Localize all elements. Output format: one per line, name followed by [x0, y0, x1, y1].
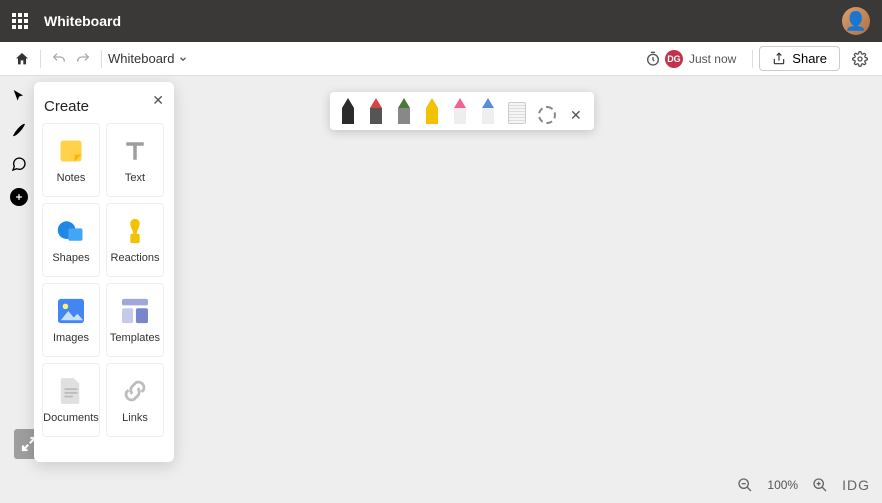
tile-label: Documents [43, 412, 99, 424]
pen-toolbar: ✕ [330, 92, 594, 130]
undo-icon[interactable] [47, 47, 71, 71]
reactions-icon [120, 216, 150, 246]
tile-label: Notes [57, 172, 86, 184]
shapes-icon [56, 216, 86, 246]
chevron-down-icon [178, 54, 188, 64]
close-icon[interactable]: ✕ [152, 92, 164, 109]
select-tool-icon[interactable] [9, 86, 29, 106]
zoom-out-icon[interactable] [737, 477, 753, 493]
lasso-tool-icon[interactable] [538, 106, 556, 124]
settings-icon[interactable] [848, 47, 872, 71]
pen-pink[interactable] [452, 98, 468, 124]
tile-label: Templates [110, 332, 160, 344]
tile-shapes[interactable]: Shapes [42, 203, 100, 277]
tile-label: Links [122, 412, 148, 424]
timer-icon[interactable] [641, 47, 665, 71]
user-avatar[interactable] [842, 7, 870, 35]
ink-tool-icon[interactable] [9, 120, 29, 140]
documents-icon [56, 376, 86, 406]
templates-icon [120, 296, 150, 326]
tile-links[interactable]: Links [106, 363, 164, 437]
app-title: Whiteboard [44, 13, 121, 29]
pen-green[interactable] [396, 98, 412, 124]
divider [752, 50, 753, 68]
divider [101, 50, 102, 68]
share-button[interactable]: Share [759, 46, 840, 71]
notes-icon [56, 136, 86, 166]
presence-indicator[interactable]: DG Just now [665, 50, 736, 68]
ruler-tool-icon[interactable] [508, 102, 526, 124]
pen-yellow[interactable] [424, 98, 440, 124]
watermark: IDG [842, 477, 870, 493]
presence-status: Just now [689, 52, 736, 66]
images-icon [56, 296, 86, 326]
text-icon [120, 136, 150, 166]
tile-documents[interactable]: Documents [42, 363, 100, 437]
presence-badge: DG [665, 50, 683, 68]
pen-red[interactable] [368, 98, 384, 124]
home-icon[interactable] [10, 47, 34, 71]
share-icon [772, 52, 786, 66]
tile-notes[interactable]: Notes [42, 123, 100, 197]
pen-black[interactable] [340, 98, 356, 124]
app-launcher[interactable] [12, 13, 28, 29]
tile-label: Images [53, 332, 89, 344]
zoom-in-icon[interactable] [812, 477, 828, 493]
redo-icon[interactable] [71, 47, 95, 71]
tile-images[interactable]: Images [42, 283, 100, 357]
divider [40, 50, 41, 68]
tile-templates[interactable]: Templates [106, 283, 164, 357]
document-title-dropdown[interactable]: Whiteboard [108, 51, 188, 66]
tile-label: Text [125, 172, 145, 184]
add-tool-icon[interactable] [10, 188, 28, 206]
create-panel: ✕ Create Notes Text Shapes Reactions [34, 82, 174, 462]
comment-tool-icon[interactable] [9, 154, 29, 174]
close-pen-toolbar-icon[interactable]: ✕ [568, 107, 584, 124]
tile-reactions[interactable]: Reactions [106, 203, 164, 277]
create-panel-title: Create [44, 98, 166, 115]
zoom-controls: 100% IDG [737, 477, 870, 493]
tile-label: Shapes [52, 252, 89, 264]
pen-blue[interactable] [480, 98, 496, 124]
links-icon [120, 376, 150, 406]
tile-text[interactable]: Text [106, 123, 164, 197]
document-title: Whiteboard [108, 51, 174, 66]
tile-label: Reactions [111, 252, 160, 264]
zoom-level: 100% [767, 478, 798, 492]
share-label: Share [792, 51, 827, 66]
